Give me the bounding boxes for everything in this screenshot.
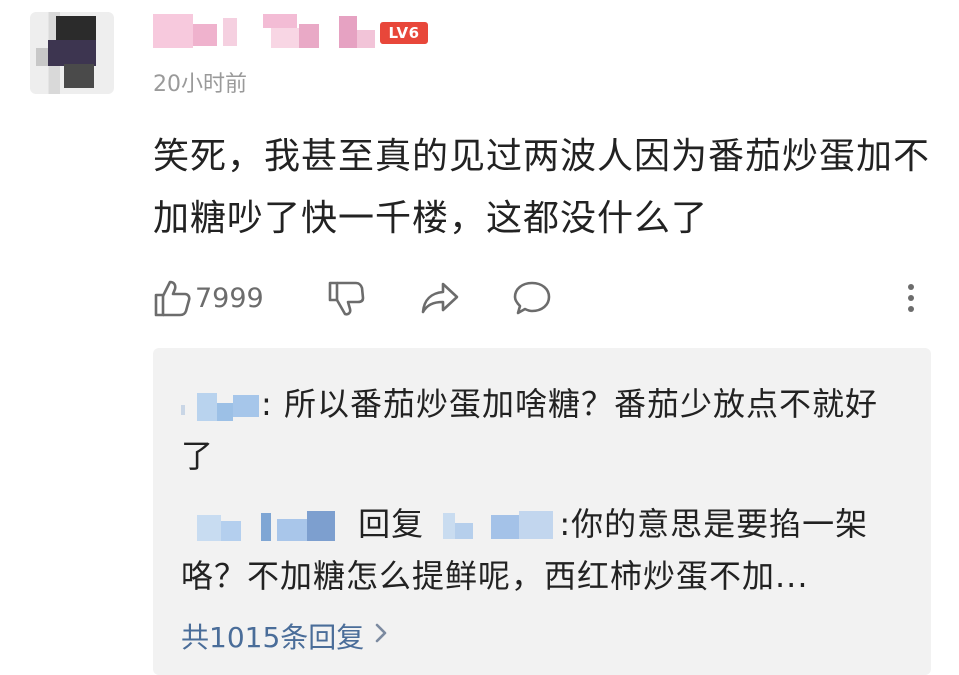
share-button[interactable] <box>419 276 461 320</box>
reply-text: 所以番茄炒蛋加啥糖？番茄少放点不就好了 <box>181 385 878 475</box>
more-vertical-icon <box>901 278 921 318</box>
like-count: 7999 <box>195 282 264 314</box>
view-all-replies-link[interactable]: 共1015条回复 <box>181 616 388 656</box>
view-all-replies-label: 共1015条回复 <box>181 621 365 654</box>
reply-button[interactable] <box>511 276 553 320</box>
reply-username-masked[interactable] <box>181 511 347 541</box>
chevron-right-icon <box>374 621 388 651</box>
reply-separator: : <box>559 505 572 543</box>
reply-item[interactable]: 回复 :你的意思是要掐一架咯？不加糖怎么提鲜呢，西红柿炒蛋不加... <box>181 498 901 602</box>
like-button[interactable]: 7999 <box>153 276 264 320</box>
comment-actions: 7999 <box>153 276 933 320</box>
share-icon <box>419 278 461 318</box>
reply-username-masked[interactable] <box>181 391 261 421</box>
reply-target-masked[interactable] <box>435 511 559 541</box>
comment-timestamp: 20小时前 <box>153 72 247 97</box>
thumbs-up-icon <box>153 278 191 318</box>
comment-text: 笑死，我甚至真的见过两波人因为番茄炒蛋加不加糖吵了快一千楼，这都没什么了 <box>153 136 931 239</box>
reply-to-label: 回复 <box>358 505 425 543</box>
more-options-button[interactable] <box>901 276 921 320</box>
reply-preview-box: : 所以番茄炒蛋加啥糖？番茄少放点不就好了 回复 :你的意思是要掐一架咯？不加糖… <box>153 348 931 675</box>
comment-icon <box>511 278 553 318</box>
avatar[interactable] <box>30 12 114 94</box>
reply-item[interactable]: : 所以番茄炒蛋加啥糖？番茄少放点不就好了 <box>181 378 901 482</box>
dislike-button[interactable] <box>327 276 365 320</box>
reply-separator: : <box>261 385 273 423</box>
thumbs-down-icon <box>327 278 365 318</box>
level-badge: LV6 <box>380 22 428 44</box>
